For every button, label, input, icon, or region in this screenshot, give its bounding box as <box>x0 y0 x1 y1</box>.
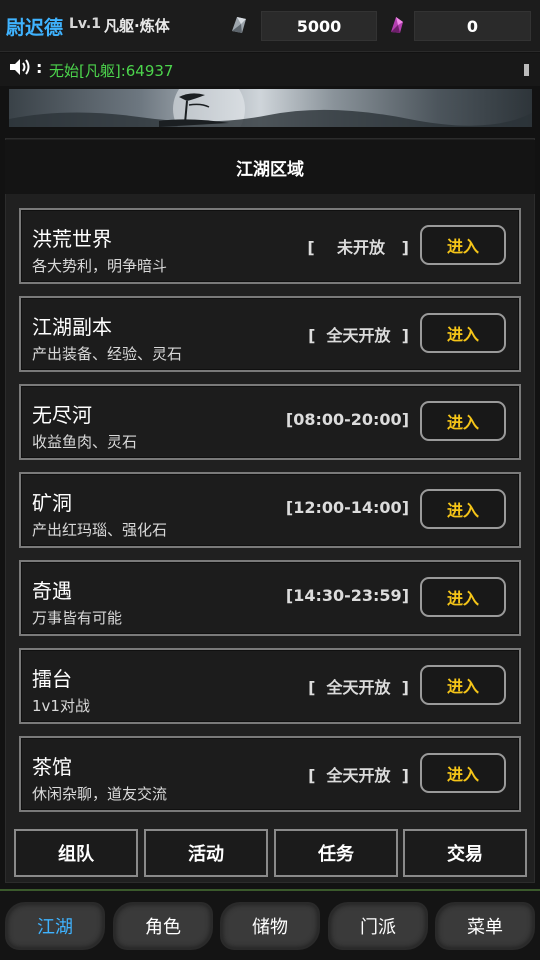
region-card-leitai: 擂台 1v1对战 [ 全天开放 ] 进入 <box>19 648 521 724</box>
region-status: [ 全天开放 ] <box>308 326 409 345</box>
enter-button[interactable]: 进入 <box>420 489 506 529</box>
enter-button[interactable]: 进入 <box>420 665 506 705</box>
region-title: 洪荒世界 <box>32 227 112 251</box>
announcement-colon: : <box>36 58 43 77</box>
purple-crystal-icon <box>391 17 403 33</box>
announcement-text: 无始[凡躯]:64937 <box>49 62 174 80</box>
region-desc: 收益鱼肉、灵石 <box>32 433 138 451</box>
trade-button[interactable]: 交易 <box>403 829 527 877</box>
tab-menu[interactable]: 菜单 <box>437 904 533 948</box>
region-card-qiyu: 奇遇 万事皆有可能 [14:30-23:59] 进入 <box>19 560 521 636</box>
region-title: 茶馆 <box>32 755 72 779</box>
player-name[interactable]: 尉迟德 <box>6 13 63 40</box>
region-desc: 休闲杂聊，道友交流 <box>32 785 168 803</box>
region-title: 江湖副本 <box>32 315 112 339</box>
announcement-scroll-indicator[interactable] <box>524 64 529 76</box>
region-title: 矿洞 <box>32 491 72 515</box>
region-desc: 产出红玛瑙、强化石 <box>32 521 168 539</box>
landscape-banner <box>9 89 532 127</box>
silver-amount: 5000 <box>261 11 377 41</box>
region-desc: 1v1对战 <box>32 697 90 715</box>
enter-button[interactable]: 进入 <box>420 577 506 617</box>
region-card-chaguan: 茶馆 休闲杂聊，道友交流 [ 全天开放 ] 进入 <box>19 736 521 812</box>
region-status: [ 全天开放 ] <box>308 678 409 697</box>
tab-jianghu[interactable]: 江湖 <box>7 904 103 948</box>
enter-button[interactable]: 进入 <box>420 753 506 793</box>
moon-tree-artwork <box>9 89 532 127</box>
region-card-kuangdong: 矿洞 产出红玛瑙、强化石 [12:00-14:00] 进入 <box>19 472 521 548</box>
region-status: [08:00-20:00] <box>285 410 409 429</box>
region-desc: 万事皆有可能 <box>32 609 123 627</box>
speaker-icon[interactable] <box>9 57 31 77</box>
enter-button[interactable]: 进入 <box>420 313 506 353</box>
region-title: 擂台 <box>32 667 72 691</box>
region-desc: 产出装备、经验、灵石 <box>32 345 183 363</box>
player-level: Lv.1 <box>69 16 101 32</box>
region-card-fuben: 江湖副本 产出装备、经验、灵石 [ 全天开放 ] 进入 <box>19 296 521 372</box>
region-status: [12:00-14:00] <box>285 498 409 517</box>
activity-button[interactable]: 活动 <box>144 829 268 877</box>
crystal-amount: 0 <box>414 11 531 41</box>
panel-title: 江湖区域 <box>5 140 535 194</box>
team-button[interactable]: 组队 <box>14 829 138 877</box>
tab-sect[interactable]: 门派 <box>330 904 426 948</box>
region-status: [ 未开放 ] <box>307 238 409 257</box>
region-desc: 各大势利，明争暗斗 <box>32 257 168 275</box>
region-title: 无尽河 <box>32 403 92 427</box>
enter-button[interactable]: 进入 <box>420 401 506 441</box>
silver-ore-icon <box>232 17 246 33</box>
region-card-wujinhe: 无尽河 收益鱼肉、灵石 [08:00-20:00] 进入 <box>19 384 521 460</box>
region-status: [14:30-23:59] <box>285 586 409 605</box>
enter-button[interactable]: 进入 <box>420 225 506 265</box>
quest-button[interactable]: 任务 <box>274 829 398 877</box>
region-title: 奇遇 <box>32 579 72 603</box>
region-status: [ 全天开放 ] <box>308 766 409 785</box>
tab-storage[interactable]: 储物 <box>222 904 318 948</box>
tab-character[interactable]: 角色 <box>115 904 211 948</box>
region-card-honghuang: 洪荒世界 各大势利，明争暗斗 [ 未开放 ] 进入 <box>19 208 521 284</box>
player-realm: 凡躯·炼体 <box>104 17 170 35</box>
